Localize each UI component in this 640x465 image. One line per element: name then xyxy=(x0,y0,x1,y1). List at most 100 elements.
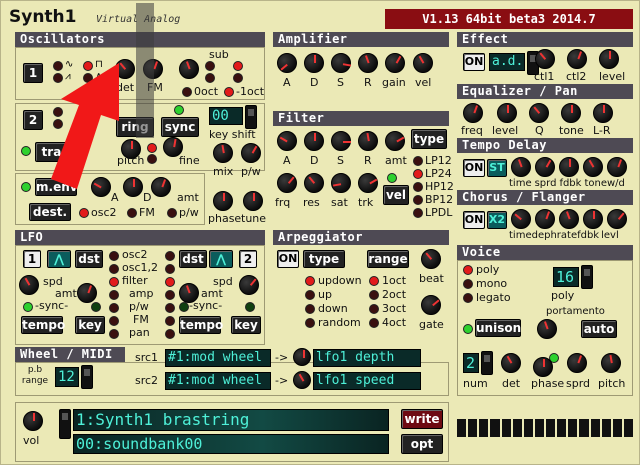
arp-mode-updown-radio[interactable] xyxy=(305,276,315,286)
flt-type-lp24-radio[interactable] xyxy=(413,169,423,179)
menv-osc2-radio[interactable] xyxy=(79,208,89,218)
delay-sprd-knob[interactable] xyxy=(535,157,555,177)
effect-level-knob[interactable] xyxy=(599,49,619,69)
tune-knob[interactable] xyxy=(243,191,263,211)
lfo-target-fm-l[interactable] xyxy=(109,316,119,326)
flt-type-hp12-radio[interactable] xyxy=(413,182,423,192)
eq-tone-knob[interactable] xyxy=(561,103,581,123)
amp-r-knob[interactable] xyxy=(358,53,378,73)
flt-d-knob[interactable] xyxy=(304,131,324,151)
sub-knob[interactable] xyxy=(179,59,199,79)
pb-range-display[interactable]: 12 xyxy=(55,367,79,387)
lfo1-button[interactable]: 1 xyxy=(23,250,41,268)
sub-0oct-radio[interactable] xyxy=(182,87,192,97)
flt-type-button[interactable]: type xyxy=(411,129,447,149)
flt-type-lpdl-radio[interactable] xyxy=(413,208,423,218)
src1-amount-knob[interactable] xyxy=(293,348,311,366)
chorus-time-knob[interactable] xyxy=(511,209,531,229)
lfo-target-pan-r[interactable] xyxy=(165,329,175,339)
unison-num-display[interactable]: 2 xyxy=(463,353,479,373)
portamento-knob[interactable] xyxy=(537,319,557,339)
lfo-target-pw-l[interactable] xyxy=(109,303,119,313)
amp-a-knob[interactable] xyxy=(277,53,297,73)
flt-r-knob[interactable] xyxy=(358,131,378,151)
chorus-fdbk-knob[interactable] xyxy=(583,209,603,229)
src2-amount-knob[interactable] xyxy=(293,371,311,389)
lfo1-dst-button[interactable]: dst xyxy=(75,250,103,268)
delay-fdbk-knob[interactable] xyxy=(559,157,579,177)
sync-button[interactable]: sync xyxy=(161,117,199,137)
eq-level-knob[interactable] xyxy=(497,103,517,123)
flt-type-lp12-radio[interactable] xyxy=(413,156,423,166)
opt-button[interactable]: opt xyxy=(401,434,443,454)
lfo-target-pan-l[interactable] xyxy=(109,329,119,339)
osc2-button[interactable]: 2 xyxy=(23,110,43,130)
lfo-target-osc12-l[interactable] xyxy=(109,264,119,274)
lfo1-tempo-button[interactable]: tempo xyxy=(21,316,65,334)
amp-vel-knob[interactable] xyxy=(413,53,433,73)
key-shift-display[interactable]: 00 xyxy=(209,107,243,125)
flt-frq-knob[interactable] xyxy=(277,173,297,193)
lfo1-key-button[interactable]: key xyxy=(75,316,105,334)
menv-dest-button[interactable]: dest. xyxy=(29,203,71,221)
write-button[interactable]: write xyxy=(401,409,443,429)
scroll-overlay-bar[interactable] xyxy=(136,3,154,138)
amp-s-knob[interactable] xyxy=(331,53,351,73)
poly-count-stepper[interactable] xyxy=(581,265,593,289)
poly-count-display[interactable]: 16 xyxy=(553,267,579,287)
unison-button[interactable]: unison xyxy=(475,319,521,337)
menv-amt-knob[interactable] xyxy=(151,177,171,197)
arp-gate-knob[interactable] xyxy=(421,295,441,315)
unison-num-stepper[interactable] xyxy=(481,351,493,375)
volume-knob[interactable] xyxy=(23,411,43,431)
pw-knob[interactable] xyxy=(241,143,261,163)
eq-q-knob[interactable] xyxy=(529,103,549,123)
sub-wave-2[interactable] xyxy=(205,73,215,83)
sub-wave-4[interactable] xyxy=(233,73,243,83)
delay-st-button[interactable]: ST xyxy=(487,159,507,177)
patch-stepper[interactable] xyxy=(59,409,71,439)
delay-time-knob[interactable] xyxy=(511,157,531,177)
sub-1oct-radio[interactable] xyxy=(224,87,234,97)
delay-on-button[interactable]: ON xyxy=(463,159,485,177)
src2-select[interactable]: #1:mod wheel xyxy=(165,372,271,390)
lfo-target-filter-l[interactable] xyxy=(109,277,119,287)
pb-range-stepper[interactable] xyxy=(81,365,93,389)
lfo2-tempo-button[interactable]: tempo xyxy=(179,316,223,334)
flt-trk-knob[interactable] xyxy=(358,173,378,193)
amp-gain-knob[interactable] xyxy=(385,53,405,73)
arp-range-2oct-radio[interactable] xyxy=(369,290,379,300)
key-shift-stepper[interactable] xyxy=(245,105,257,129)
voice-mono-radio[interactable] xyxy=(463,279,473,289)
lfo-target-osc2-r[interactable] xyxy=(165,251,175,261)
delay-wd-knob[interactable] xyxy=(607,157,627,177)
patch-name-display[interactable]: 1:Synth1 brastring xyxy=(73,409,389,431)
effect-ctl1-knob[interactable] xyxy=(535,49,555,69)
arp-range-1oct-radio[interactable] xyxy=(369,276,379,286)
flt-a-knob[interactable] xyxy=(277,131,297,151)
src1-select[interactable]: #1:mod wheel xyxy=(165,349,271,367)
unison-sprd-knob[interactable] xyxy=(567,353,587,373)
lfo2-dst-button[interactable]: dst xyxy=(179,250,207,268)
arp-type-button[interactable]: type xyxy=(303,250,345,268)
mix-knob[interactable] xyxy=(213,143,233,163)
effect-ctl2-knob[interactable] xyxy=(567,49,587,69)
lfo-target-pw-r[interactable] xyxy=(165,303,175,313)
delay-tone-knob[interactable] xyxy=(583,157,603,177)
lfo2-button[interactable]: 2 xyxy=(239,250,257,268)
sub-wave-3[interactable] xyxy=(233,61,243,71)
lfo1-amt-knob[interactable] xyxy=(77,283,97,303)
lfo-target-filter-r[interactable] xyxy=(165,277,175,287)
portamento-auto-button[interactable]: auto xyxy=(581,320,617,338)
arp-beat-knob[interactable] xyxy=(421,249,441,269)
lfo2-key-button[interactable]: key xyxy=(231,316,261,334)
dst2-select[interactable]: lfo1 speed xyxy=(313,372,421,390)
chorus-on-button[interactable]: ON xyxy=(463,211,485,229)
chorus-levl-knob[interactable] xyxy=(607,209,627,229)
arp-range-3oct-radio[interactable] xyxy=(369,304,379,314)
lfo-target-osc12-r[interactable] xyxy=(165,264,175,274)
lfo2-spd-knob[interactable] xyxy=(239,275,259,295)
chorus-x2-button[interactable]: X2 xyxy=(487,211,507,229)
lfo-target-amp-r[interactable] xyxy=(165,290,175,300)
lfo1-wave-button[interactable]: ⋀ xyxy=(47,250,71,268)
